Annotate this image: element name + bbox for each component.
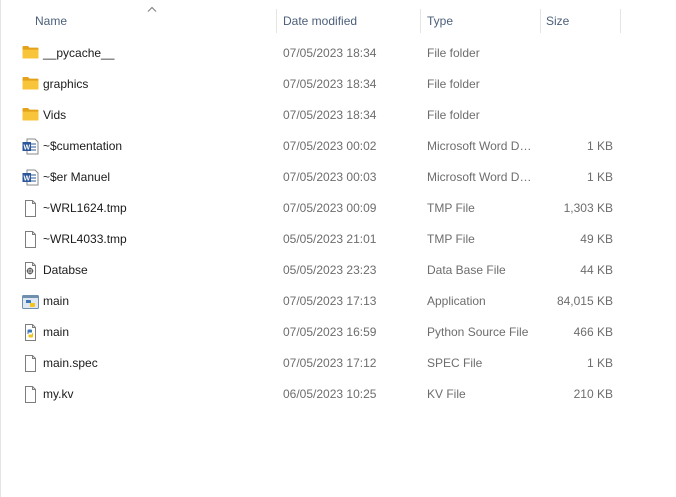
- file-size: 44 KB: [580, 263, 613, 277]
- application-icon: [22, 286, 40, 317]
- folder-icon: [22, 69, 40, 100]
- blank-file-icon: [22, 348, 40, 379]
- column-divider[interactable]: [620, 9, 621, 33]
- file-row[interactable]: ~WRL1624.tmp 07/05/2023 00:09 TMP File 1,30…: [0, 193, 676, 224]
- file-row[interactable]: __pycache__ 07/05/2023 18:34 File folder: [0, 38, 676, 69]
- file-row[interactable]: W ~$er Manuel 07/05/2023 00:03 Microsoft W…: [0, 162, 676, 193]
- file-row[interactable]: ~WRL4033.tmp 05/05/2023 21:01 TMP File 49 K…: [0, 224, 676, 255]
- file-size: [540, 69, 613, 100]
- file-name[interactable]: graphics: [43, 69, 88, 100]
- file-type: Python Source File: [427, 325, 529, 339]
- svg-text:W: W: [23, 144, 30, 151]
- database-file-icon: [22, 255, 40, 286]
- file-row[interactable]: main 07/05/2023 17:13 Application 84,015 KB: [0, 286, 676, 317]
- sort-up-arrow-icon: [147, 6, 157, 12]
- file-name[interactable]: my.kv: [43, 379, 73, 410]
- svg-text:W: W: [23, 175, 30, 182]
- column-header-date-label: Date modified: [283, 14, 358, 28]
- file-date-modified: 05/05/2023 23:23: [283, 263, 377, 277]
- file-name[interactable]: main: [43, 286, 69, 317]
- file-type: Microsoft Word Document: [427, 139, 533, 153]
- column-header-size[interactable]: Size: [541, 0, 620, 40]
- file-size: 49 KB: [580, 232, 613, 246]
- file-type: Data Base File: [427, 263, 506, 277]
- file-row[interactable]: Databse 05/05/2023 23:23 Data Base File 44 …: [0, 255, 676, 286]
- file-name[interactable]: ~$er Manuel: [43, 162, 110, 193]
- file-date-modified: 07/05/2023 00:09: [283, 201, 377, 215]
- folder-icon: [22, 100, 40, 131]
- file-type: File folder: [427, 77, 480, 91]
- file-name[interactable]: ~WRL4033.tmp: [43, 224, 127, 255]
- file-name[interactable]: __pycache__: [43, 38, 114, 69]
- column-header-size-label: Size: [546, 14, 570, 28]
- file-size: 466 KB: [573, 325, 613, 339]
- file-date-modified: 07/05/2023 00:03: [283, 170, 377, 184]
- file-row[interactable]: graphics 07/05/2023 18:34 File folder: [0, 69, 676, 100]
- file-size: 210 KB: [573, 387, 613, 401]
- file-size: [540, 38, 613, 69]
- blank-file-icon: [22, 193, 40, 224]
- file-row[interactable]: Vids 07/05/2023 18:34 File folder: [0, 100, 676, 131]
- column-header-date[interactable]: Date modified: [277, 0, 420, 40]
- file-row[interactable]: W ~$cumentation 07/05/2023 00:02 Microsoft…: [0, 131, 676, 162]
- file-name[interactable]: main: [43, 317, 69, 348]
- file-date-modified: 07/05/2023 16:59: [283, 325, 377, 339]
- blank-file-icon: [22, 224, 40, 255]
- file-type: SPEC File: [427, 356, 483, 370]
- file-name[interactable]: ~WRL1624.tmp: [43, 193, 127, 224]
- file-date-modified: 07/05/2023 18:34: [283, 77, 377, 91]
- file-date-modified: 07/05/2023 17:13: [283, 294, 377, 308]
- blank-file-icon: [22, 379, 40, 410]
- column-header-name-label: Name: [35, 14, 68, 28]
- file-type: TMP File: [427, 201, 475, 215]
- folder-icon: [22, 38, 40, 69]
- column-header-bar: Name Date modified Type Size: [0, 0, 676, 40]
- file-date-modified: 07/05/2023 17:12: [283, 356, 377, 370]
- file-type: File folder: [427, 108, 480, 122]
- file-date-modified: 07/05/2023 18:34: [283, 108, 377, 122]
- file-name[interactable]: main.spec: [43, 348, 98, 379]
- file-type: File folder: [427, 46, 480, 60]
- python-file-icon: [22, 317, 40, 348]
- file-type: Application: [427, 294, 486, 308]
- column-header-type-label: Type: [427, 14, 454, 28]
- file-size: 1 KB: [586, 139, 613, 153]
- file-row[interactable]: my.kv 06/05/2023 10:25 KV File 210 KB: [0, 379, 676, 410]
- word-document-icon: W: [22, 162, 40, 193]
- file-size: 1 KB: [586, 356, 613, 370]
- file-date-modified: 05/05/2023 21:01: [283, 232, 377, 246]
- file-size: [540, 100, 613, 131]
- file-row[interactable]: main 07/05/2023 16:59 Python Source File 46…: [0, 317, 676, 348]
- file-type: KV File: [427, 387, 466, 401]
- file-name[interactable]: Vids: [43, 100, 66, 131]
- file-name[interactable]: ~$cumentation: [43, 131, 122, 162]
- file-row[interactable]: main.spec 07/05/2023 17:12 SPEC File 1 KB: [0, 348, 676, 379]
- file-list: __pycache__ 07/05/2023 18:34 File folder g…: [0, 38, 676, 410]
- file-type: TMP File: [427, 232, 475, 246]
- column-header-type[interactable]: Type: [421, 0, 540, 40]
- word-document-icon: W: [22, 131, 40, 162]
- column-header-name[interactable]: Name: [0, 0, 276, 40]
- file-date-modified: 07/05/2023 00:02: [283, 139, 377, 153]
- file-type: Microsoft Word Document: [427, 170, 533, 184]
- file-size: 1 KB: [586, 170, 613, 184]
- file-size: 84,015 KB: [556, 294, 613, 308]
- file-size: 1,303 KB: [563, 201, 613, 215]
- file-name[interactable]: Databse: [43, 255, 88, 286]
- file-date-modified: 06/05/2023 10:25: [283, 387, 377, 401]
- file-date-modified: 07/05/2023 18:34: [283, 46, 377, 60]
